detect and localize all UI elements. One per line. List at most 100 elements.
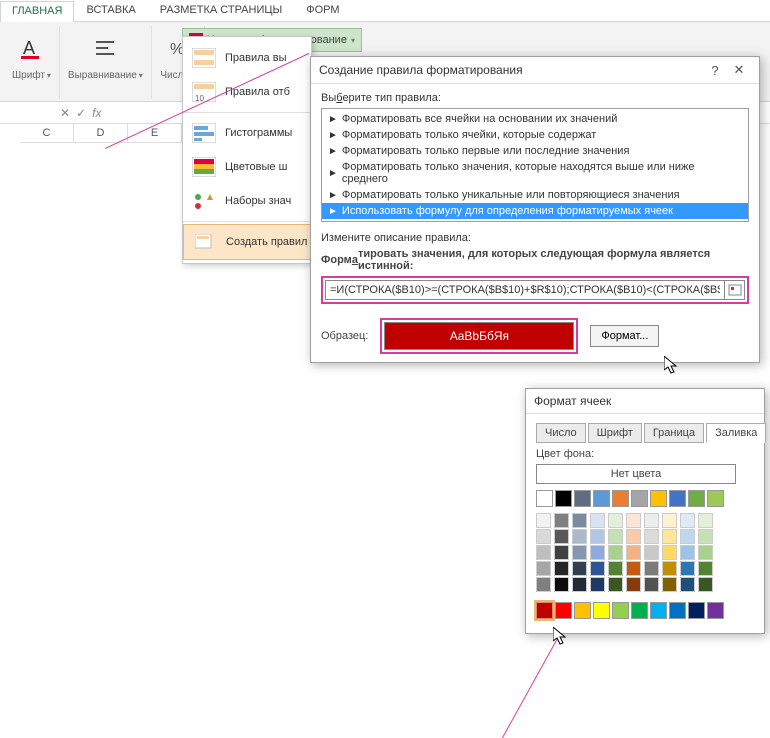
color-swatch[interactable] <box>707 602 724 619</box>
tab-font[interactable]: Шрифт <box>588 423 642 443</box>
color-swatch[interactable] <box>644 561 659 576</box>
color-swatch[interactable] <box>688 602 705 619</box>
color-swatch[interactable] <box>590 545 605 560</box>
color-swatch[interactable] <box>698 529 713 544</box>
color-swatch[interactable] <box>572 529 587 544</box>
format-button[interactable]: Формат... <box>590 325 659 347</box>
color-swatch[interactable] <box>555 602 572 619</box>
color-swatch[interactable] <box>554 529 569 544</box>
color-swatch[interactable] <box>669 602 686 619</box>
tab-layout[interactable]: РАЗМЕТКА СТРАНИЦЫ <box>148 0 294 21</box>
color-swatch[interactable] <box>536 529 551 544</box>
color-swatch[interactable] <box>590 513 605 528</box>
color-swatch[interactable] <box>574 602 591 619</box>
menu-highlight-rules[interactable]: Правила вы <box>183 41 311 75</box>
color-swatch[interactable] <box>608 529 623 544</box>
help-button[interactable]: ? <box>703 63 727 78</box>
tab-border[interactable]: Граница <box>644 423 704 443</box>
col-c[interactable]: C <box>20 124 74 143</box>
color-swatch[interactable] <box>698 577 713 592</box>
menu-color-scales[interactable]: Цветовые ш <box>183 150 311 184</box>
color-swatch[interactable] <box>574 490 591 507</box>
color-swatch[interactable] <box>650 490 667 507</box>
color-swatch[interactable] <box>608 545 623 560</box>
color-swatch[interactable] <box>680 577 695 592</box>
color-swatch[interactable] <box>612 602 629 619</box>
color-swatch[interactable] <box>662 561 677 576</box>
color-swatch[interactable] <box>644 529 659 544</box>
color-swatch[interactable] <box>536 545 551 560</box>
color-swatch[interactable] <box>626 545 641 560</box>
color-swatch[interactable] <box>680 561 695 576</box>
rule-item-selected[interactable]: ►Использовать формулу для определения фо… <box>322 203 748 219</box>
color-swatch[interactable] <box>662 513 677 528</box>
color-swatch[interactable] <box>680 545 695 560</box>
color-swatch[interactable] <box>644 577 659 592</box>
color-swatch[interactable] <box>650 602 667 619</box>
confirm-icon[interactable]: ✓ <box>76 106 86 120</box>
tab-formulas[interactable]: ФОРМ <box>294 0 351 21</box>
rule-item[interactable]: ►Форматировать только уникальные или пов… <box>322 187 748 203</box>
rule-type-list[interactable]: ►Форматировать все ячейки на основании и… <box>321 108 749 222</box>
color-swatch[interactable] <box>626 513 641 528</box>
rule-item[interactable]: ►Форматировать только первые или последн… <box>322 143 748 159</box>
menu-icon-sets[interactable]: Наборы знач <box>183 184 311 218</box>
chevron-down-icon[interactable]: ▾ <box>139 71 143 80</box>
color-swatch[interactable] <box>572 545 587 560</box>
color-swatch[interactable] <box>536 561 551 576</box>
rule-item[interactable]: ►Форматировать только значения, которые … <box>322 159 748 187</box>
color-swatch[interactable] <box>536 513 551 528</box>
color-swatch[interactable] <box>608 561 623 576</box>
color-swatch[interactable] <box>554 513 569 528</box>
color-swatch[interactable] <box>593 602 610 619</box>
range-picker-icon[interactable] <box>724 281 744 299</box>
color-swatch[interactable] <box>626 529 641 544</box>
color-swatch[interactable] <box>612 490 629 507</box>
color-swatch[interactable] <box>626 577 641 592</box>
color-swatch[interactable] <box>707 490 724 507</box>
color-swatch[interactable] <box>590 561 605 576</box>
cancel-icon[interactable]: ✕ <box>60 106 70 120</box>
color-swatch[interactable] <box>554 561 569 576</box>
color-swatch[interactable] <box>590 529 605 544</box>
no-color-button[interactable]: Нет цвета <box>536 464 736 484</box>
color-swatch[interactable] <box>536 602 553 619</box>
rule-item[interactable]: ►Форматировать только ячейки, которые со… <box>322 127 748 143</box>
color-swatch[interactable] <box>680 513 695 528</box>
menu-data-bars[interactable]: Гистограммы <box>183 116 311 150</box>
color-swatch[interactable] <box>698 513 713 528</box>
color-swatch[interactable] <box>590 577 605 592</box>
chevron-down-icon[interactable]: ▾ <box>47 71 51 80</box>
color-swatch[interactable] <box>631 602 648 619</box>
color-swatch[interactable] <box>572 561 587 576</box>
color-swatch[interactable] <box>572 513 587 528</box>
color-swatch[interactable] <box>572 577 587 592</box>
close-button[interactable]: ✕ <box>727 62 751 78</box>
color-swatch[interactable] <box>662 545 677 560</box>
color-swatch[interactable] <box>688 490 705 507</box>
formula-input[interactable] <box>326 281 724 299</box>
color-swatch[interactable] <box>554 577 569 592</box>
color-swatch[interactable] <box>669 490 686 507</box>
color-swatch[interactable] <box>536 577 551 592</box>
color-swatch[interactable] <box>698 545 713 560</box>
rule-item[interactable]: ►Форматировать все ячейки на основании и… <box>322 111 748 127</box>
color-swatch[interactable] <box>608 513 623 528</box>
color-swatch[interactable] <box>644 513 659 528</box>
tab-number[interactable]: Число <box>536 423 586 443</box>
color-swatch[interactable] <box>608 577 623 592</box>
tab-fill[interactable]: Заливка <box>706 423 766 443</box>
color-swatch[interactable] <box>554 545 569 560</box>
color-swatch[interactable] <box>644 545 659 560</box>
color-swatch[interactable] <box>626 561 641 576</box>
menu-top-bottom[interactable]: 10 Правила отб <box>183 75 311 109</box>
color-swatch[interactable] <box>662 529 677 544</box>
tab-insert[interactable]: ВСТАВКА <box>74 0 147 21</box>
color-swatch[interactable] <box>593 490 610 507</box>
color-swatch[interactable] <box>631 490 648 507</box>
menu-create-rule[interactable]: Создать правил <box>183 224 311 260</box>
color-swatch[interactable] <box>680 529 695 544</box>
tab-home[interactable]: ГЛАВНАЯ <box>0 1 74 22</box>
align-icon[interactable] <box>87 28 123 68</box>
color-swatch[interactable] <box>536 490 553 507</box>
